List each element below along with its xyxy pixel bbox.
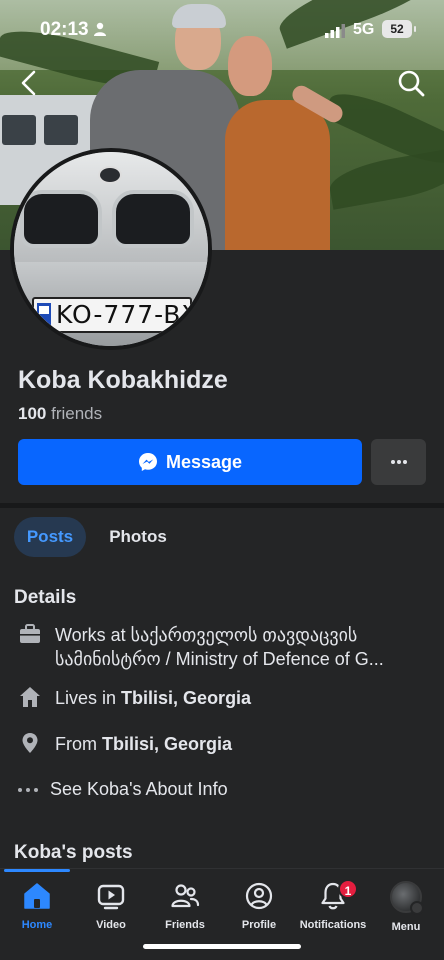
location-pin-icon [22,733,38,753]
home-indicator [143,944,301,949]
home-icon [24,883,50,909]
from-prefix: From [55,734,102,754]
nav-home[interactable]: Home [0,881,77,931]
nav-menu-label: Menu [391,921,421,933]
palm-leaf [326,147,444,210]
from-place[interactable]: Tbilisi, Georgia [102,734,232,754]
message-button-label: Message [165,451,243,472]
tab-photos[interactable]: Photos [97,517,179,557]
woman-figure [225,100,330,250]
nav-friends-label: Friends [165,919,205,931]
messenger-icon [138,453,157,471]
see-about-info-link[interactable]: See Koba's About Info [50,777,228,801]
menu-hamburger-icon [410,901,424,915]
friends-count-line[interactable]: 100 friends [18,404,102,424]
profile-name: Koba Kobakhidze [18,366,228,394]
home-location-icon [20,687,40,707]
plate-flag-icon [37,303,51,327]
briefcase-icon [20,624,40,643]
search-icon[interactable] [396,68,426,98]
tab-posts[interactable]: Posts [14,517,86,557]
back-icon[interactable] [14,66,44,100]
van-window [44,115,78,145]
network-type: 5G [353,21,375,38]
active-tab-indicator [4,869,70,872]
license-plate: KO-777-BX [32,297,192,333]
profile-icon [245,882,273,910]
section-divider [0,503,444,508]
battery-indicator: 52 [382,20,416,38]
nav-profile[interactable]: Profile [219,881,299,931]
license-plate-text: KO-777-BX [56,300,192,329]
profile-avatar[interactable]: KO-777-BX [10,148,212,350]
lives-prefix: Lives in [55,688,122,708]
nav-notifications-label: Notifications [299,919,367,931]
lives-place[interactable]: Tbilisi, Georgia [121,688,251,708]
posts-section-heading: Koba's posts [14,842,133,863]
from-line: From Tbilisi, Georgia [55,732,232,756]
nav-video-label: Video [96,919,126,931]
signal-icon [325,24,345,38]
car-grille-left [20,190,102,248]
message-button[interactable]: Message [18,439,362,485]
menu-avatar [390,881,424,915]
notification-badge: 1 [338,879,358,899]
person-indicator-icon [94,22,106,36]
car-grille-right [112,190,194,248]
nav-notifications[interactable]: 1 Notifications [293,879,373,931]
lives-in-line: Lives in Tbilisi, Georgia [55,686,251,710]
nav-friends[interactable]: Friends [145,881,225,931]
more-dots-icon [390,460,407,464]
nav-home-label: Home [21,919,53,931]
van-window [2,115,36,145]
status-bar: 02:13 5G 52 [0,0,444,60]
status-time: 02:13 [40,19,89,40]
nav-video[interactable]: Video [71,881,151,931]
work-line-1: Works at საქართველოს თავდაცვის [55,625,358,645]
friends-label: friends [46,404,103,423]
friends-count: 100 [18,404,47,423]
friends-icon [171,884,200,908]
details-heading: Details [14,587,77,608]
work-line-2[interactable]: სამინისტრო / Ministry of Defence of G... [55,647,384,671]
video-icon [97,884,125,910]
car-logo [98,166,122,184]
nav-menu[interactable]: Menu [366,881,444,933]
nav-profile-label: Profile [241,919,277,931]
more-options-button[interactable] [371,439,426,485]
more-horizontal-icon [18,788,38,792]
